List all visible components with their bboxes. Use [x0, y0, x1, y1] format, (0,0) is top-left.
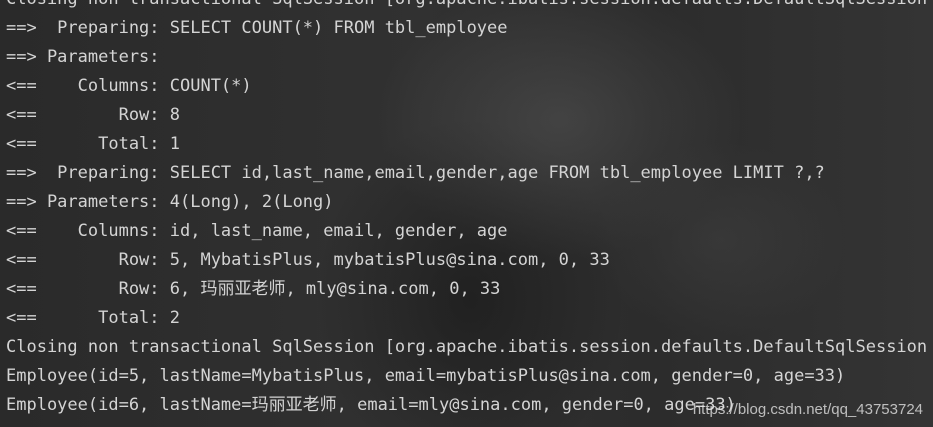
log-line: Closing non transactional SqlSession [or…	[6, 0, 927, 14]
log-line: <== Columns: id, last_name, email, gende…	[6, 221, 508, 241]
log-line: ==> Parameters: 4(Long), 2(Long)	[6, 192, 334, 212]
log-line: <== Row: 8	[6, 105, 180, 125]
log-line: <== Columns: COUNT(*)	[6, 76, 252, 96]
log-line: Employee(id=5, lastName=MybatisPlus, ema…	[6, 366, 846, 386]
log-line: ==> Preparing: SELECT id,last_name,email…	[6, 163, 825, 183]
log-line: Closing non transactional SqlSession [or…	[6, 337, 928, 357]
log-line: <== Total: 2	[6, 308, 180, 328]
console-output-panel[interactable]: Closing non transactional SqlSession [or…	[0, 0, 933, 427]
console-log: Closing non transactional SqlSession [or…	[6, 0, 927, 420]
log-line: <== Total: 1	[6, 134, 180, 154]
log-line: <== Row: 6, 玛丽亚老师, mly@sina.com, 0, 33	[6, 279, 501, 299]
log-line: ==> Preparing: SELECT COUNT(*) FROM tbl_…	[6, 18, 508, 38]
log-line: <== Row: 5, MybatisPlus, mybatisPlus@sin…	[6, 250, 610, 270]
log-line: ==> Parameters:	[6, 47, 170, 67]
watermark-url: https://blog.csdn.net/qq_43753724	[692, 401, 923, 418]
